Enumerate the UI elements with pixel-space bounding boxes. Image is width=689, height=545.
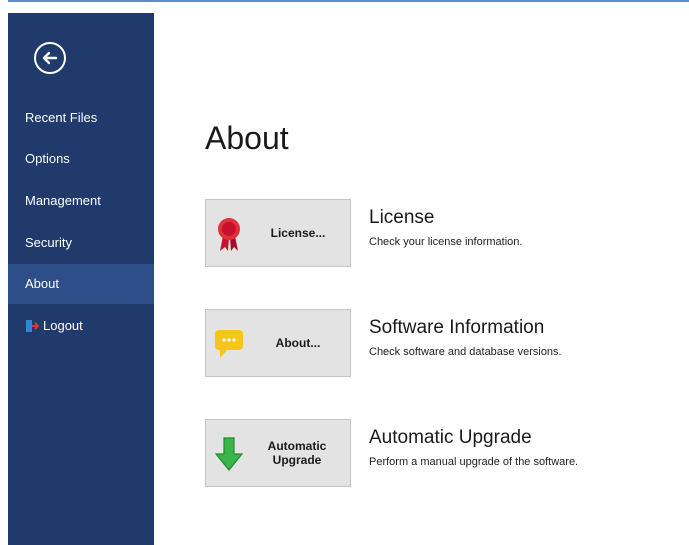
sidebar-item-label: Recent Files	[25, 110, 98, 125]
back-button[interactable]	[34, 42, 66, 74]
window-left-border	[0, 0, 8, 545]
sidebar-item-options[interactable]: Options	[8, 139, 154, 179]
page-title: About	[205, 120, 289, 156]
automatic-upgrade-button[interactable]: Automatic Upgrade	[205, 419, 351, 487]
back-arrow-circle-icon	[42, 51, 58, 65]
sidebar-item-label: About	[25, 276, 59, 291]
sidebar-item-security[interactable]: Security	[8, 223, 154, 263]
sidebar-item-management[interactable]: Management	[8, 181, 154, 221]
software-information-description: Check software and database versions.	[369, 346, 562, 358]
sidebar-item-label: Options	[25, 151, 70, 166]
license-button[interactable]: License...	[205, 199, 351, 267]
automatic-upgrade-description: Perform a manual upgrade of the software…	[369, 456, 579, 468]
about-button[interactable]: About...	[205, 309, 351, 377]
about-button-label: About...	[275, 336, 321, 350]
automatic-upgrade-button-label: Automatic Upgrade	[267, 439, 327, 467]
software-information-title: Software Information	[369, 317, 545, 338]
license-description: Check your license information.	[369, 236, 523, 248]
license-button-label: License...	[270, 226, 326, 240]
speech-bubble-icon	[215, 330, 243, 358]
window-top-border	[0, 0, 689, 2]
logout-door-icon	[26, 320, 39, 332]
ribbon-award-icon	[218, 218, 240, 251]
green-down-arrow-icon	[214, 437, 244, 471]
license-title: License	[369, 207, 435, 228]
sidebar-item-label: Management	[25, 193, 101, 208]
sidebar-item-recent-files[interactable]: Recent Files	[8, 98, 154, 138]
sidebar-item-label: Security	[25, 235, 72, 250]
sidebar: Recent Files Options Management Security…	[8, 13, 154, 545]
sidebar-item-label: Logout	[43, 318, 83, 333]
automatic-upgrade-title: Automatic Upgrade	[369, 427, 532, 448]
sidebar-item-logout[interactable]: Logout	[8, 306, 154, 346]
sidebar-item-about[interactable]: About	[8, 264, 154, 304]
